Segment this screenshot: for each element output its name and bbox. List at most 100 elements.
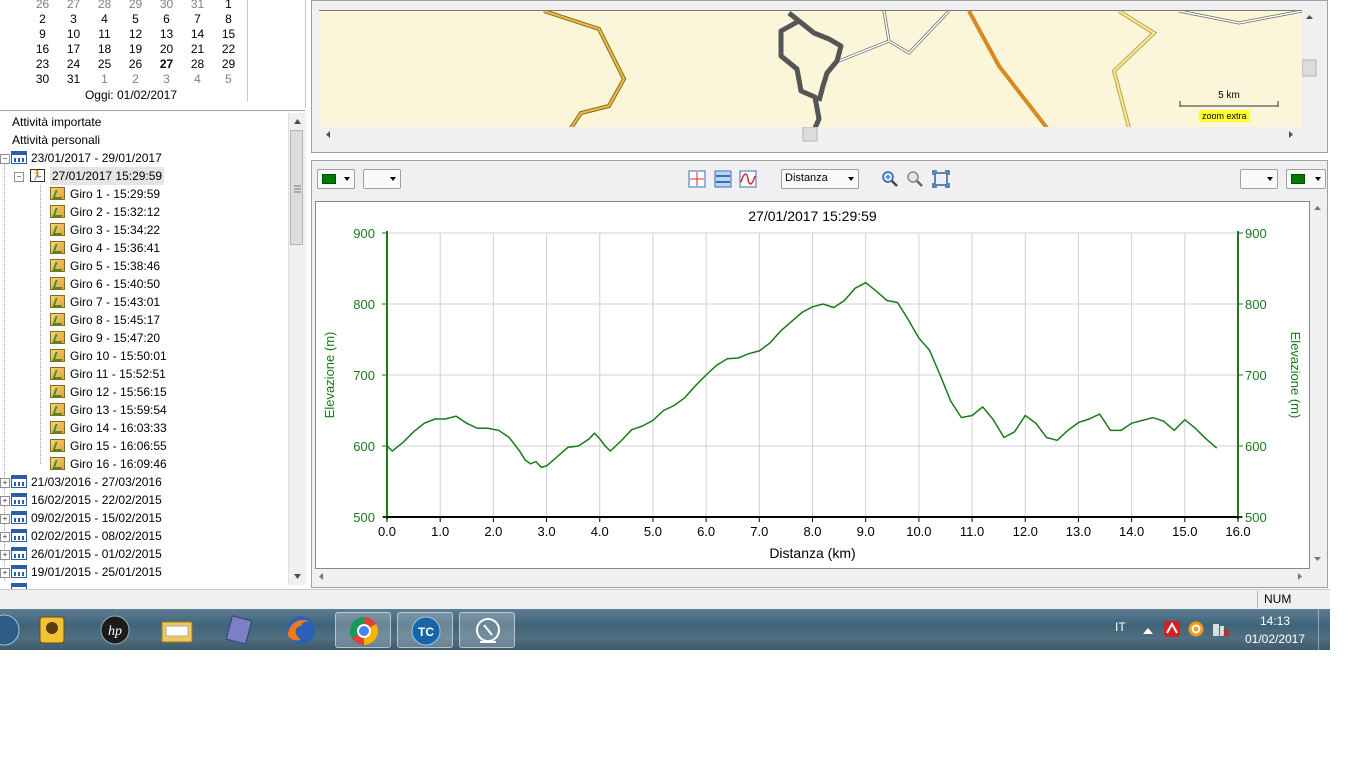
calendar-day[interactable]: 28 bbox=[89, 0, 120, 12]
tree-week-item[interactable]: 23/01/2017 - 29/01/2017 bbox=[0, 149, 285, 167]
calendar-day[interactable]: 30 bbox=[27, 72, 58, 87]
right-series-color-select[interactable] bbox=[1286, 169, 1326, 189]
update-icon[interactable] bbox=[1188, 621, 1204, 640]
firefox-icon[interactable] bbox=[273, 612, 329, 648]
calendar-day[interactable]: 4 bbox=[89, 12, 120, 27]
calendar-day[interactable]: 2 bbox=[27, 12, 58, 27]
tree-week-item[interactable]: 26/01/2015 - 01/02/2015 bbox=[0, 545, 285, 563]
tree-lap-item[interactable]: Giro 16 - 16:09:46 bbox=[0, 455, 285, 473]
calendar-day[interactable]: 21 bbox=[182, 42, 213, 57]
taskbar-app-bonus-icon[interactable] bbox=[24, 612, 80, 648]
calendar-day[interactable]: 9 bbox=[27, 27, 58, 42]
calendar-day[interactable]: 5 bbox=[120, 12, 151, 27]
tree-lap-item[interactable]: Giro 12 - 15:56:15 bbox=[0, 383, 285, 401]
tree-lap-item[interactable]: Giro 8 - 15:45:17 bbox=[0, 311, 285, 329]
show-desktop-button[interactable] bbox=[1318, 609, 1331, 650]
calendar-day[interactable]: 1 bbox=[89, 72, 120, 87]
tree-expander[interactable]: + bbox=[0, 568, 10, 578]
elevation-chart-area[interactable]: 0.0 1.0 2.0 3.0 4.0 5.0 6.0 7.0 8.0 9.0 10.0 11.0 12… bbox=[315, 201, 1310, 569]
left-series-color-select[interactable] bbox=[317, 169, 355, 189]
tree-expander[interactable]: − bbox=[14, 172, 24, 182]
antivirus-icon[interactable] bbox=[1164, 621, 1180, 640]
right-series-select[interactable] bbox=[1240, 169, 1278, 189]
calendar-day[interactable]: 18 bbox=[89, 42, 120, 57]
tree-lap-item[interactable]: Giro 10 - 15:50:01 bbox=[0, 347, 285, 365]
calendar-day[interactable]: 23 bbox=[27, 57, 58, 72]
tree-week-item[interactable]: 21/03/2016 - 27/03/2016 bbox=[0, 473, 285, 491]
file-explorer-icon[interactable] bbox=[149, 612, 205, 648]
tree-root-item[interactable]: Attività personali bbox=[0, 131, 285, 149]
calendar-day[interactable]: 29 bbox=[213, 57, 244, 72]
tree-expander[interactable]: + bbox=[0, 478, 10, 488]
calendar-day[interactable]: 8 bbox=[213, 12, 244, 27]
calendar-day[interactable]: 25 bbox=[89, 57, 120, 72]
calendar-today-link[interactable]: Oggi: 01/02/2017 bbox=[0, 88, 262, 102]
tree-lap-item[interactable]: Giro 11 - 15:52:51 bbox=[0, 365, 285, 383]
tree-lap-item[interactable]: Giro 9 - 15:47:20 bbox=[0, 329, 285, 347]
calendar-day[interactable]: 5 bbox=[213, 72, 244, 87]
tree-week-item[interactable]: 16/02/2015 - 22/02/2015 bbox=[0, 491, 285, 509]
zoom-out-icon[interactable] bbox=[906, 170, 924, 188]
calendar-day[interactable]: 17 bbox=[58, 42, 89, 57]
calendar-day[interactable]: 1 bbox=[213, 0, 244, 12]
chart-vertical-scrollbar[interactable] bbox=[1310, 201, 1326, 569]
calendar-day[interactable]: 11 bbox=[89, 27, 120, 42]
calendar-day[interactable]: 20 bbox=[151, 42, 182, 57]
calendar-day[interactable]: 22 bbox=[213, 42, 244, 57]
zoom-in-icon[interactable] bbox=[881, 170, 899, 188]
network-icon[interactable] bbox=[1212, 621, 1230, 640]
tree-lap-item[interactable]: Giro 3 - 15:34:22 bbox=[0, 221, 285, 239]
tree-lap-item[interactable]: Giro 7 - 15:43:01 bbox=[0, 293, 285, 311]
tree-lap-item[interactable]: Giro 14 - 16:03:33 bbox=[0, 419, 285, 437]
calendar-day[interactable]: 27 bbox=[151, 57, 182, 72]
calendar-day[interactable]: 10 bbox=[58, 27, 89, 42]
calendar-day[interactable]: 7 bbox=[182, 12, 213, 27]
calendar-day[interactable]: 31 bbox=[58, 72, 89, 87]
tree-root-item[interactable]: Attività importate bbox=[0, 113, 285, 131]
tree-expander[interactable]: + bbox=[0, 532, 10, 542]
smooth-line-icon[interactable] bbox=[739, 170, 757, 188]
tree-lap-item[interactable]: Giro 5 - 15:38:46 bbox=[0, 257, 285, 275]
calendar-day[interactable]: 3 bbox=[151, 72, 182, 87]
garmin-express-icon[interactable] bbox=[459, 612, 515, 648]
chart-horizontal-scrollbar[interactable] bbox=[315, 569, 1310, 584]
calendar-day[interactable]: 6 bbox=[151, 12, 182, 27]
tree-lap-item[interactable]: Giro 6 - 15:40:50 bbox=[0, 275, 285, 293]
tree-lap-item[interactable]: Giro 13 - 15:59:54 bbox=[0, 401, 285, 419]
calendar-day[interactable]: 4 bbox=[182, 72, 213, 87]
calendar-day[interactable]: 28 bbox=[182, 57, 213, 72]
map-view[interactable] bbox=[319, 10, 1302, 128]
tree-expander[interactable]: + bbox=[0, 514, 10, 524]
calendar-day[interactable]: 12 bbox=[120, 27, 151, 42]
tree-week-item[interactable]: 19/01/2015 - 25/01/2015 bbox=[0, 563, 285, 581]
tree-week-item[interactable]: 02/02/2015 - 08/02/2015 bbox=[0, 527, 285, 545]
training-center-icon[interactable]: TC bbox=[397, 612, 453, 648]
range-select-icon[interactable] bbox=[714, 170, 732, 188]
calendar-day[interactable]: 14 bbox=[182, 27, 213, 42]
tree-scroll-thumb[interactable] bbox=[290, 130, 303, 245]
calendar-day[interactable]: 26 bbox=[27, 0, 58, 12]
calendar-day[interactable]: 26 bbox=[120, 57, 151, 72]
calendar-day[interactable]: 31 bbox=[182, 0, 213, 12]
calendar-day[interactable]: 16 bbox=[27, 42, 58, 57]
tree-lap-item[interactable]: Giro 1 - 15:29:59 bbox=[0, 185, 285, 203]
crosshair-icon[interactable] bbox=[688, 170, 706, 188]
hp-icon[interactable]: hp bbox=[87, 612, 143, 648]
calendar-day[interactable]: 13 bbox=[151, 27, 182, 42]
tree-lap-item[interactable]: Giro 15 - 16:06:55 bbox=[0, 437, 285, 455]
calendar-day[interactable]: 2 bbox=[120, 72, 151, 87]
language-indicator[interactable]: IT bbox=[1115, 620, 1126, 634]
tray-clock-time[interactable]: 14:13 bbox=[1240, 614, 1310, 628]
tree-lap-item[interactable]: Giro 4 - 15:36:41 bbox=[0, 239, 285, 257]
tree-expander[interactable]: + bbox=[0, 550, 10, 560]
show-hidden-icons-icon[interactable] bbox=[1142, 624, 1154, 638]
tree-week-item[interactable]: 09/02/2015 - 15/02/2015 bbox=[0, 509, 285, 527]
tree-expander[interactable]: − bbox=[0, 154, 10, 164]
map-horizontal-scrollbar[interactable] bbox=[319, 127, 1302, 142]
calendar-day[interactable]: 15 bbox=[213, 27, 244, 42]
left-series-select[interactable] bbox=[363, 169, 401, 189]
calendar-day[interactable]: 27 bbox=[58, 0, 89, 12]
tree-expander[interactable]: + bbox=[0, 496, 10, 506]
calendar-day[interactable]: 3 bbox=[58, 12, 89, 27]
calendar-day[interactable]: 29 bbox=[120, 0, 151, 12]
